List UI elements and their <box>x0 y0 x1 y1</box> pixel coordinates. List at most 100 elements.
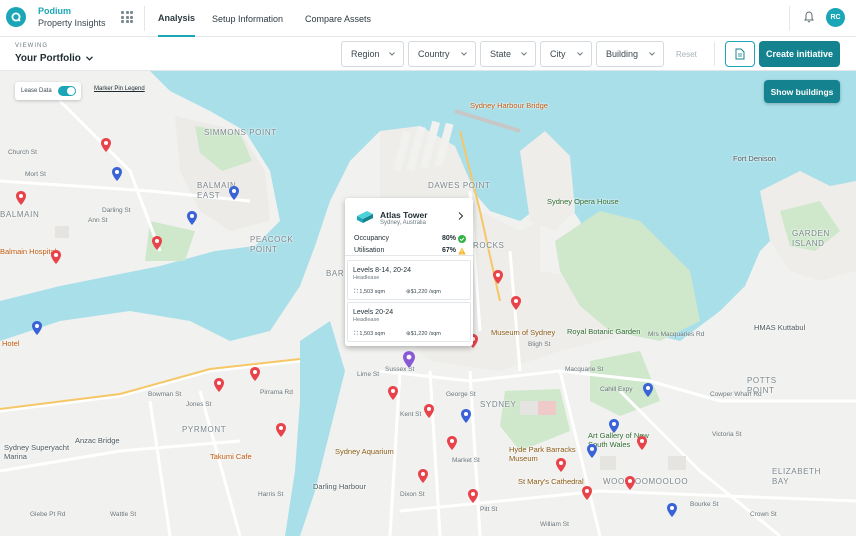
lease-card[interactable]: Levels 8-14, 20-24 Headlease ⛶ 1,503 sqm… <box>347 260 471 300</box>
map-pin-red-icon[interactable] <box>493 270 503 284</box>
map-pin-red-icon[interactable] <box>511 296 521 310</box>
dropdown-label: Country <box>418 49 450 59</box>
map-pin-red-icon[interactable] <box>152 236 162 250</box>
bell-icon[interactable] <box>802 10 816 24</box>
lease-rate: ⊛$1,220 /sqm <box>406 289 441 295</box>
map-pin-blue-icon[interactable] <box>643 383 653 397</box>
state-dropdown[interactable]: State <box>480 41 536 67</box>
map-pin-red-icon[interactable] <box>637 436 647 450</box>
building-icon <box>357 211 373 223</box>
street-label: Victoria St <box>712 431 742 438</box>
map-pin-red-icon[interactable] <box>447 436 457 450</box>
tab-setup-information[interactable]: Setup Information <box>212 0 283 37</box>
avatar[interactable]: RC <box>826 8 845 27</box>
street-label: Pitt St <box>480 506 498 513</box>
street-label: Mrs Macquaries Rd <box>648 331 705 338</box>
map-pin-blue-icon[interactable] <box>609 419 619 433</box>
toggle-switch[interactable] <box>58 86 76 96</box>
street-label: Wattle St <box>110 511 137 518</box>
street-label: Darling St <box>102 207 131 214</box>
divider <box>714 42 715 66</box>
chevron-right-icon[interactable] <box>458 212 464 220</box>
map-pin-red-icon[interactable] <box>101 138 111 152</box>
street-label: Market St <box>452 457 480 464</box>
podium-logo-icon[interactable] <box>6 7 26 27</box>
chevron-down-icon <box>85 56 93 61</box>
map-pin-red-icon[interactable] <box>424 404 434 418</box>
lease-area: ⛶ 1,503 sqm <box>354 289 386 295</box>
map-label: HMAS Kuttabul <box>754 323 806 332</box>
street-label: Crown St <box>750 511 777 518</box>
map-label: Takumi Cafe <box>210 452 252 461</box>
utilisation-label: Utilisation <box>354 247 385 254</box>
street-label: William St <box>540 521 569 528</box>
lease-data-label: Lease Data <box>21 88 52 94</box>
street-label: Jones St <box>186 401 212 408</box>
lease-card[interactable]: Levels 20-24 Headlease ⛶ 1,503 sqm ⊛$1,2… <box>347 302 471 342</box>
map-pin-blue-icon[interactable] <box>32 321 42 335</box>
map-pin-red-icon[interactable] <box>582 486 592 500</box>
create-initiative-button[interactable]: Create initiative <box>759 41 840 67</box>
occupancy-label: Occupancy <box>354 235 390 242</box>
map-pin-red-icon[interactable] <box>625 476 635 490</box>
lease-data-toggle[interactable]: Lease Data <box>15 82 81 100</box>
region-dropdown[interactable]: Region <box>341 41 404 67</box>
tab-compare-assets[interactable]: Compare Assets <box>305 0 371 37</box>
report-button[interactable] <box>725 41 755 67</box>
lease-title: Levels 8-14, 20-24 <box>353 267 411 274</box>
check-circle-icon <box>458 235 466 243</box>
map-pin-red-icon[interactable] <box>16 191 26 205</box>
top-nav: Podium Property Insights Analysis Setup … <box>0 0 856 37</box>
suburb-label: SIMMONS POINT <box>204 128 277 137</box>
app-grid-icon[interactable] <box>121 11 133 23</box>
chevron-down-icon <box>649 52 655 56</box>
map-pin-red-icon[interactable] <box>556 458 566 472</box>
map-pin-blue-icon[interactable] <box>667 503 677 517</box>
portfolio-selector[interactable]: Your Portfolio <box>15 53 93 64</box>
chevron-down-icon <box>521 52 527 56</box>
street-label: Pirrama Rd <box>260 389 293 396</box>
map-pin-blue-icon[interactable] <box>461 409 471 423</box>
reset-button[interactable]: Reset <box>676 50 697 59</box>
street-label: Bowman St <box>148 391 182 398</box>
map-label: Fort Denison <box>733 154 776 163</box>
filter-bar: VIEWING Your Portfolio Region Country St… <box>0 37 856 71</box>
street-label: Kent St <box>400 411 422 418</box>
map-label: Balmain Hospital <box>0 247 57 256</box>
country-dropdown[interactable]: Country <box>408 41 476 67</box>
map-pin-blue-icon[interactable] <box>187 211 197 225</box>
building-location: Sydney, Australia <box>380 220 426 226</box>
map-pin-red-icon[interactable] <box>214 378 224 392</box>
map-pin-red-icon[interactable] <box>418 469 428 483</box>
building-name: Atlas Tower <box>380 210 428 220</box>
map-pin-selected-icon[interactable] <box>403 351 415 368</box>
occupancy-row: Occupancy 80% <box>354 235 466 243</box>
street-label: Macquarie St <box>565 366 604 373</box>
map-pin-red-icon[interactable] <box>276 423 286 437</box>
map-pin-red-icon[interactable] <box>51 250 61 264</box>
map[interactable]: Sydney Harbour Bridge Fort Denison Sydne… <box>0 71 856 536</box>
map-label: Sydney Opera House <box>547 197 619 206</box>
map-pin-red-icon[interactable] <box>388 386 398 400</box>
popup-header[interactable]: Atlas Tower Sydney, Australia Occupancy … <box>345 198 473 256</box>
building-dropdown[interactable]: Building <box>596 41 664 67</box>
suburb-label: ELIZABETH BAY <box>772 467 821 486</box>
street-label: Dixon St <box>400 491 425 498</box>
building-popup[interactable]: Atlas Tower Sydney, Australia Occupancy … <box>345 198 473 346</box>
city-dropdown[interactable]: City <box>540 41 592 67</box>
brand-name: Podium <box>38 6 71 16</box>
street-label: Harris St <box>258 491 284 498</box>
marker-pin-legend-link[interactable]: Marker Pin Legend <box>94 86 145 92</box>
map-pin-blue-icon[interactable] <box>112 167 122 181</box>
tab-analysis[interactable]: Analysis <box>158 0 196 37</box>
map-pin-blue-icon[interactable] <box>587 444 597 458</box>
show-buildings-button[interactable]: Show buildings <box>764 80 840 103</box>
map-label: Royal Botanic Garden <box>567 327 641 336</box>
map-pin-red-icon[interactable] <box>468 489 478 503</box>
map-pin-blue-icon[interactable] <box>229 186 239 200</box>
map-label: Sydney Harbour Bridge <box>470 101 548 110</box>
street-label: Bourke St <box>690 501 719 508</box>
dropdown-label: State <box>490 49 512 59</box>
warning-icon <box>458 247 466 255</box>
map-pin-red-icon[interactable] <box>250 367 260 381</box>
